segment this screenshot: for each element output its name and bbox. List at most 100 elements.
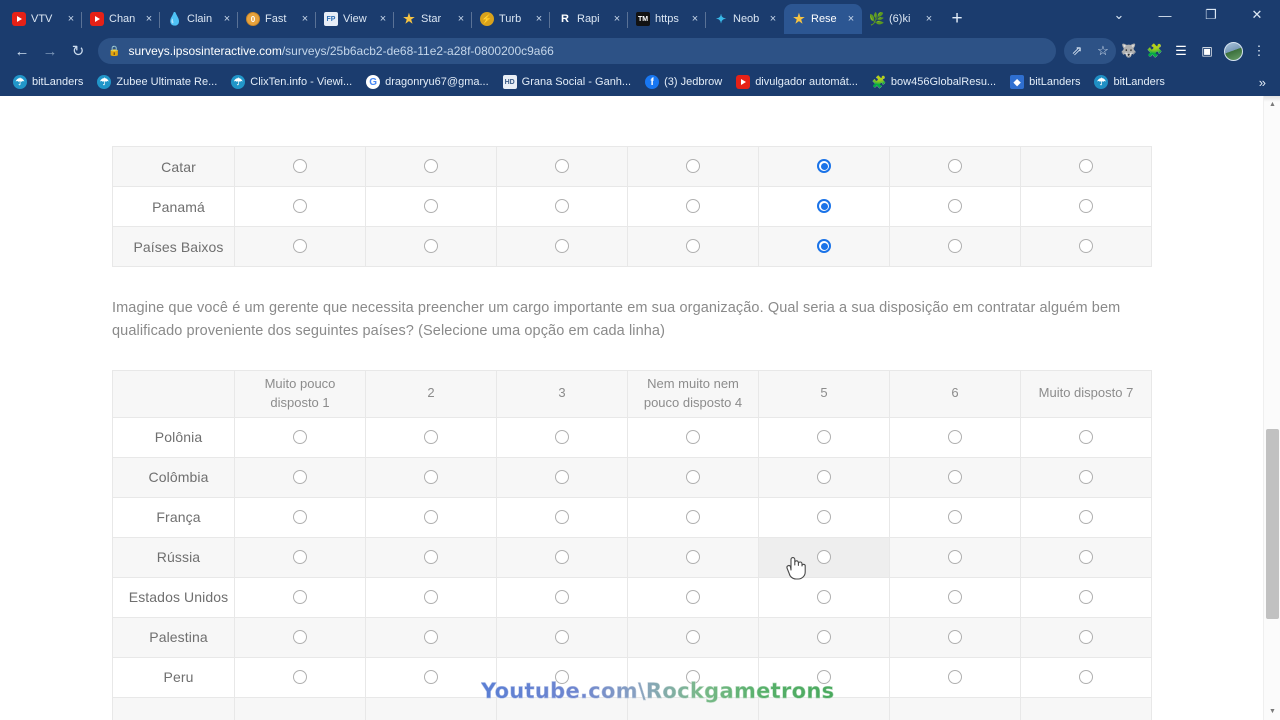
radio-option[interactable] (817, 429, 831, 444)
radio-option[interactable] (424, 239, 438, 254)
radio-cell[interactable] (627, 226, 759, 267)
radio-option[interactable] (555, 589, 569, 604)
radio-option[interactable] (1079, 159, 1093, 174)
radio-option[interactable] (817, 549, 831, 564)
chrome-menu-icon[interactable]: ⋮ (1246, 38, 1272, 64)
radio-cell[interactable] (234, 186, 366, 227)
radio-cell[interactable] (234, 496, 366, 538)
radio-cell[interactable] (1020, 576, 1152, 618)
radio-cell[interactable] (1020, 656, 1152, 698)
radio-cell[interactable] (889, 576, 1021, 618)
radio-cell[interactable] (496, 456, 628, 498)
bookmarks-overflow-button[interactable]: » (1251, 75, 1274, 90)
radio-option[interactable] (686, 469, 700, 484)
radio-cell[interactable] (496, 146, 628, 187)
bookmark-item-1[interactable]: ☂ Zubee Ultimate Re... (90, 71, 224, 93)
tab-close-button[interactable]: × (298, 13, 312, 25)
tab-close-button[interactable]: × (610, 13, 624, 25)
radio-option[interactable] (948, 159, 962, 174)
radio-option[interactable] (293, 589, 307, 604)
radio-cell[interactable] (758, 456, 890, 498)
radio-option[interactable] (293, 629, 307, 644)
radio-option[interactable] (555, 429, 569, 444)
reload-icon[interactable]: ↻ (64, 37, 92, 65)
radio-option[interactable] (555, 469, 569, 484)
tab-close-button[interactable]: × (844, 13, 858, 25)
radio-cell[interactable] (889, 186, 1021, 227)
radio-option[interactable] (424, 549, 438, 564)
radio-cell[interactable] (365, 146, 497, 187)
radio-option[interactable] (817, 469, 831, 484)
radio-cell[interactable] (496, 416, 628, 458)
bookmark-item-8[interactable]: ◆ bitLanders (1003, 71, 1087, 93)
close-window-button[interactable]: ✕ (1234, 0, 1280, 30)
radio-option[interactable] (948, 469, 962, 484)
page-scrollbar[interactable]: ▲ ▼ (1263, 96, 1280, 720)
radio-option[interactable] (686, 199, 700, 214)
profile-avatar[interactable] (1220, 38, 1246, 64)
radio-option[interactable] (293, 199, 307, 214)
radio-cell[interactable] (1020, 186, 1152, 227)
radio-cell[interactable] (234, 146, 366, 187)
bookmark-item-0[interactable]: ☂ bitLanders (6, 71, 90, 93)
playlist-icon[interactable]: ☰ (1168, 38, 1194, 64)
radio-option[interactable] (555, 199, 569, 214)
radio-option[interactable] (686, 429, 700, 444)
scrollbar-thumb[interactable] (1266, 429, 1279, 619)
radio-cell[interactable] (627, 616, 759, 658)
bookmark-item-5[interactable]: f (3) Jedbrow (638, 71, 729, 93)
fox-extension-icon[interactable]: 🐺 (1116, 38, 1142, 64)
side-panel-icon[interactable]: ▣ (1194, 38, 1220, 64)
radio-option[interactable] (424, 509, 438, 524)
browser-tab-4[interactable]: FP View × (316, 4, 394, 34)
radio-cell[interactable] (1020, 616, 1152, 658)
radio-cell[interactable] (889, 456, 1021, 498)
radio-cell[interactable] (234, 456, 366, 498)
radio-option[interactable] (1079, 509, 1093, 524)
radio-option[interactable] (293, 669, 307, 684)
radio-option[interactable] (424, 159, 438, 174)
address-bar[interactable]: 🔒 surveys.ipsosinteractive.com/surveys/2… (98, 38, 1056, 64)
browser-tab-11[interactable]: 🌿 (6)ki × (862, 4, 940, 34)
radio-option[interactable] (817, 629, 831, 644)
radio-cell[interactable] (496, 616, 628, 658)
radio-option[interactable] (817, 589, 831, 604)
tab-close-button[interactable]: × (142, 13, 156, 25)
radio-cell[interactable] (365, 616, 497, 658)
radio-option[interactable] (293, 239, 307, 254)
radio-cell[interactable] (627, 416, 759, 458)
radio-cell[interactable] (758, 496, 890, 538)
tab-close-button[interactable]: × (532, 13, 546, 25)
bookmark-item-2[interactable]: ☂ ClixTen.info - Viewi... (224, 71, 359, 93)
radio-cell[interactable] (889, 656, 1021, 698)
scroll-down-arrow-icon[interactable]: ▼ (1264, 703, 1280, 720)
radio-cell[interactable] (758, 576, 890, 618)
radio-option[interactable] (1079, 629, 1093, 644)
radio-option[interactable] (293, 159, 307, 174)
radio-cell[interactable] (1020, 696, 1152, 720)
browser-tab-8[interactable]: TM https × (628, 4, 706, 34)
radio-option[interactable] (1079, 589, 1093, 604)
browser-tab-5[interactable]: ★ Star × (394, 4, 472, 34)
radio-option[interactable] (424, 629, 438, 644)
radio-cell[interactable] (234, 536, 366, 578)
browser-tab-2[interactable]: 💧 Clain × (160, 4, 238, 34)
browser-tab-0[interactable]: VTV × (4, 4, 82, 34)
radio-cell[interactable] (496, 576, 628, 618)
bookmark-star-icon[interactable]: ☆ (1090, 38, 1116, 64)
browser-tab-9[interactable]: ✦ Neob × (706, 4, 784, 34)
radio-cell[interactable] (365, 576, 497, 618)
radio-option[interactable] (1079, 469, 1093, 484)
radio-cell[interactable] (1020, 146, 1152, 187)
radio-cell[interactable] (889, 496, 1021, 538)
radio-option[interactable] (686, 629, 700, 644)
radio-cell[interactable] (1020, 226, 1152, 267)
radio-cell[interactable] (365, 456, 497, 498)
radio-cell[interactable] (365, 656, 497, 698)
radio-option[interactable] (424, 429, 438, 444)
radio-option[interactable] (948, 509, 962, 524)
radio-option[interactable] (817, 509, 831, 524)
radio-option[interactable] (424, 199, 438, 214)
radio-cell[interactable] (889, 696, 1021, 720)
browser-tab-7[interactable]: R Rapi × (550, 4, 628, 34)
